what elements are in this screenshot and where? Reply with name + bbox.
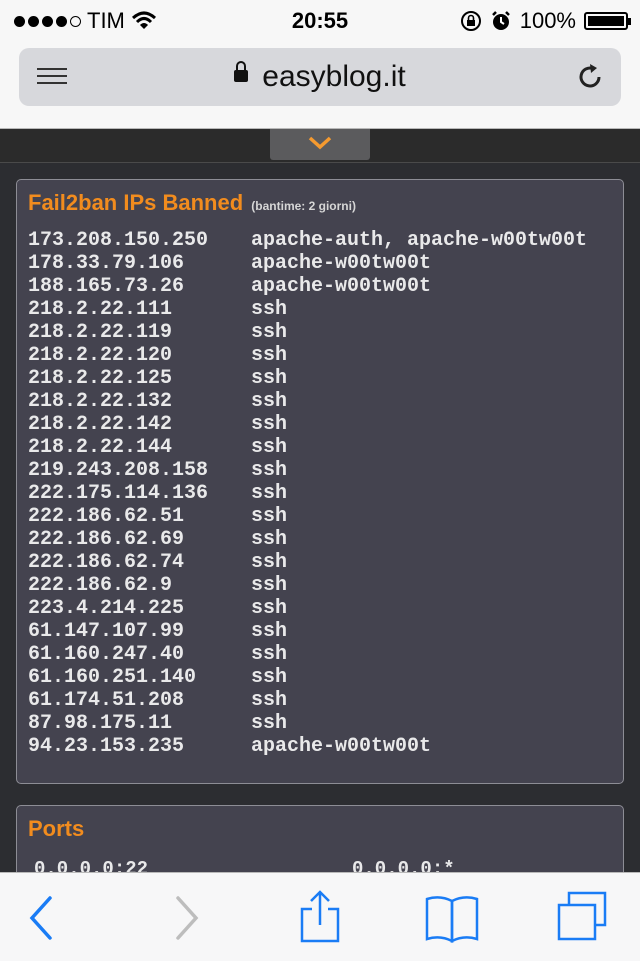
- browser-chrome: TIM 20:55 100% easyblog.it: [0, 0, 640, 129]
- banned-jail: apache-auth, apache-w00tw00t: [251, 229, 588, 252]
- chevron-down-icon: [308, 136, 332, 150]
- banned-jail: ssh: [251, 436, 288, 459]
- banned-jail: ssh: [251, 344, 288, 367]
- banned-jail: ssh: [251, 551, 288, 574]
- banned-jail: ssh: [251, 298, 288, 321]
- banned-jail: ssh: [251, 620, 288, 643]
- banned-row: 223.4.214.225 ssh: [28, 597, 587, 620]
- banned-row: 61.160.251.140 ssh: [28, 666, 587, 689]
- address-bar[interactable]: easyblog.it: [19, 48, 621, 106]
- banned-jail: ssh: [251, 459, 288, 482]
- bottom-toolbar: [0, 872, 640, 961]
- banned-row: 218.2.22.132 ssh: [28, 390, 587, 413]
- banned-ip: 222.186.62.69: [28, 528, 185, 551]
- banned-jail: apache-w00tw00t: [251, 252, 432, 275]
- expand-menu-tab[interactable]: [270, 129, 370, 160]
- banned-jail: ssh: [251, 482, 288, 505]
- banned-jail: ssh: [251, 528, 288, 551]
- banned-jail: ssh: [251, 505, 288, 528]
- banned-ip: 173.208.150.250: [28, 229, 209, 252]
- banned-row: 61.160.247.40 ssh: [28, 643, 587, 666]
- banned-ip: 178.33.79.106: [28, 252, 185, 275]
- banned-ips-panel: Fail2ban IPs Banned (bantime: 2 giorni) …: [16, 179, 624, 784]
- banned-ip: 218.2.22.120: [28, 344, 173, 367]
- banned-ip: 61.160.247.40: [28, 643, 185, 666]
- banned-row: 222.186.62.9 ssh: [28, 574, 587, 597]
- banned-ip: 61.174.51.208: [28, 689, 185, 712]
- banned-row: 218.2.22.144 ssh: [28, 436, 587, 459]
- banned-row: 218.2.22.120 ssh: [28, 344, 587, 367]
- forward-icon[interactable]: [156, 889, 216, 947]
- reload-icon[interactable]: [575, 62, 605, 92]
- banned-row: 222.175.114.136 ssh: [28, 482, 587, 505]
- back-icon[interactable]: [14, 889, 74, 947]
- banned-ip: 223.4.214.225: [28, 597, 185, 620]
- tabs-icon[interactable]: [553, 889, 613, 947]
- banned-row: 94.23.153.235 apache-w00tw00t: [28, 735, 587, 758]
- banned-row: 222.186.62.74 ssh: [28, 551, 587, 574]
- banned-row: 178.33.79.106 apache-w00tw00t: [28, 252, 587, 275]
- banned-ip: 222.175.114.136: [28, 482, 209, 505]
- banned-row: 173.208.150.250 apache-auth, apache-w00tw…: [28, 229, 587, 252]
- banned-jail: ssh: [251, 321, 288, 344]
- banned-row: 61.174.51.208 ssh: [28, 689, 587, 712]
- banned-row: 222.186.62.69 ssh: [28, 528, 587, 551]
- banned-jail: ssh: [251, 643, 288, 666]
- share-icon[interactable]: [290, 889, 350, 947]
- banned-ip: 188.165.73.26: [28, 275, 185, 298]
- banned-row: 222.186.62.51 ssh: [28, 505, 587, 528]
- alarm-icon: [491, 11, 510, 30]
- banned-jail: ssh: [251, 712, 288, 735]
- battery-icon: [584, 12, 631, 30]
- banned-ip: 219.243.208.158: [28, 459, 209, 482]
- banned-ip: 222.186.62.74: [28, 551, 185, 574]
- url-text: easyblog.it: [262, 60, 406, 93]
- banned-row: 218.2.22.125 ssh: [28, 367, 587, 390]
- banned-ip: 61.160.251.140: [28, 666, 197, 689]
- banned-ip: 218.2.22.125: [28, 367, 173, 390]
- banned-ip: 218.2.22.132: [28, 390, 173, 413]
- banned-jail: ssh: [251, 574, 288, 597]
- banned-ip: 87.98.175.11: [28, 712, 173, 735]
- rotation-lock-icon: [460, 11, 481, 31]
- battery-percent: 100%: [519, 8, 576, 33]
- panel-title: Fail2ban IPs Banned (bantime: 2 giorni): [28, 190, 356, 215]
- banned-ip: 218.2.22.144: [28, 436, 173, 459]
- banned-ip: 94.23.153.235: [28, 735, 185, 758]
- url-display[interactable]: easyblog.it: [19, 60, 621, 94]
- banned-ip: 218.2.22.111: [28, 298, 173, 321]
- banned-jail: ssh: [251, 689, 288, 712]
- banned-row: 218.2.22.111 ssh: [28, 298, 587, 321]
- lock-icon: [234, 61, 249, 83]
- banned-ip: 222.186.62.51: [28, 505, 185, 528]
- banned-ip: 218.2.22.119: [28, 321, 173, 344]
- panel-title: Ports: [28, 816, 85, 841]
- banned-jail: ssh: [251, 390, 288, 413]
- banned-row: 218.2.22.142 ssh: [28, 413, 587, 436]
- banned-jail: ssh: [251, 597, 288, 620]
- banned-jail: apache-w00tw00t: [251, 735, 432, 758]
- banned-row: 219.243.208.158 ssh: [28, 459, 587, 482]
- banned-list: 173.208.150.250 apache-auth, apache-w00tw…: [28, 229, 587, 758]
- banned-ip: 222.186.62.9: [28, 574, 173, 597]
- banned-ip: 61.147.107.99: [28, 620, 185, 643]
- status-bar: TIM 20:55 100%: [0, 0, 640, 40]
- banned-ip: 218.2.22.142: [28, 413, 173, 436]
- bookmarks-icon[interactable]: [422, 889, 482, 947]
- banned-jail: ssh: [251, 367, 288, 390]
- banned-row: 188.165.73.26 apache-w00tw00t: [28, 275, 587, 298]
- banned-jail: ssh: [251, 413, 288, 436]
- banned-row: 218.2.22.119 ssh: [28, 321, 587, 344]
- banned-row: 87.98.175.11 ssh: [28, 712, 587, 735]
- banned-jail: ssh: [251, 666, 288, 689]
- banned-jail: apache-w00tw00t: [251, 275, 432, 298]
- site-header-bar: [0, 129, 640, 163]
- banned-row: 61.147.107.99 ssh: [28, 620, 587, 643]
- bantime-note: (bantime: 2 giorni): [251, 199, 356, 213]
